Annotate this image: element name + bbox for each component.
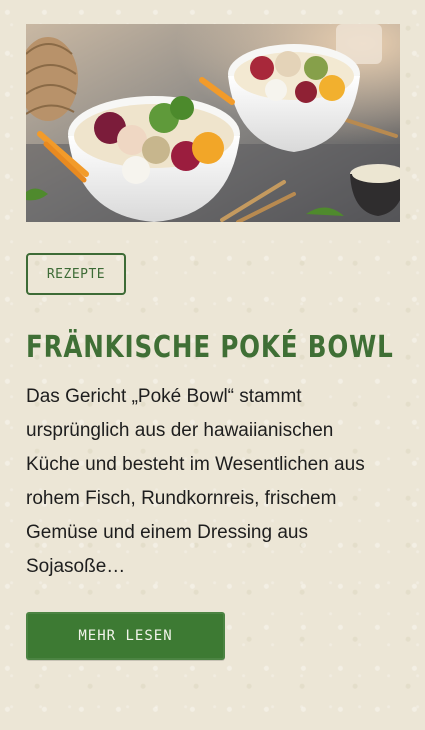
article-description: Das Gericht „Poké Bowl“ stammt ursprüngl… [26, 386, 365, 577]
recipe-teaser-card: REZEPTE FRÄNKISCHE POKÉ BOWL Das Gericht… [0, 0, 425, 730]
read-more-button[interactable]: MEHR LESEN [26, 612, 225, 660]
article-title: FRÄNKISCHE POKÉ BOWL [26, 330, 394, 365]
category-tag-recipes[interactable]: REZEPTE [26, 253, 126, 295]
recipe-image-link[interactable] [26, 24, 400, 222]
poke-bowl-image [26, 24, 400, 222]
